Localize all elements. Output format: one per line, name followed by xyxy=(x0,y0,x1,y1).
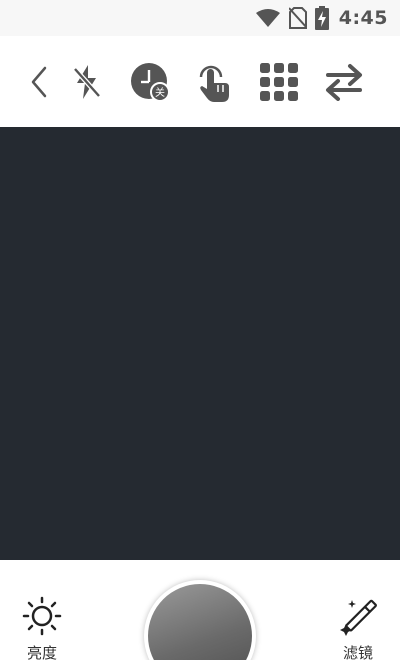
status-time: 4:45 xyxy=(338,7,388,29)
grid-icon xyxy=(260,63,298,101)
timer-off-badge: 关 xyxy=(155,86,165,99)
timer-off-icon: 关 xyxy=(131,63,170,102)
wifi-icon xyxy=(255,9,280,27)
touch-capture-icon xyxy=(199,65,229,102)
shutter-button-core xyxy=(148,584,252,660)
timer-button[interactable]: 关 xyxy=(128,60,172,104)
no-sim-icon xyxy=(288,7,307,29)
flash-off-icon xyxy=(73,65,101,99)
touch-capture-button[interactable] xyxy=(192,60,236,104)
filter-wand-icon xyxy=(340,599,377,636)
brightness-icon xyxy=(22,596,62,636)
back-button[interactable] xyxy=(17,60,61,104)
grid-button[interactable] xyxy=(257,60,301,104)
switch-camera-button[interactable] xyxy=(322,60,366,104)
flash-button[interactable] xyxy=(65,60,109,104)
status-bar: 4:45 xyxy=(0,0,400,36)
back-icon xyxy=(31,66,47,98)
battery-charging-icon xyxy=(314,6,329,30)
camera-toolbar: 关 xyxy=(0,36,400,127)
status-icons: 4:45 xyxy=(255,6,388,30)
filter-button[interactable]: 滤镜 xyxy=(330,596,386,660)
brightness-label: 亮度 xyxy=(26,644,57,660)
brightness-button[interactable]: 亮度 xyxy=(14,596,70,660)
switch-camera-icon xyxy=(326,64,362,101)
camera-viewfinder[interactable] xyxy=(0,127,400,560)
filter-label: 滤镜 xyxy=(342,644,373,660)
